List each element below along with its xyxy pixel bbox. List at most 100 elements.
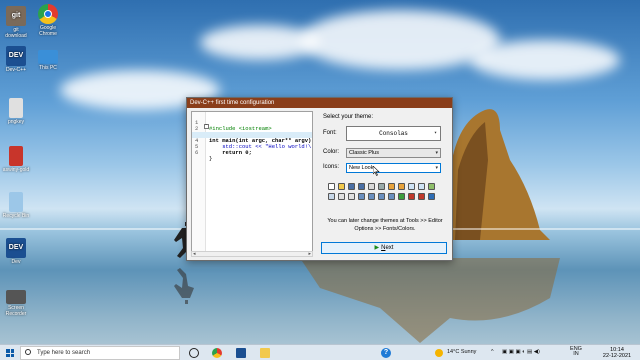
code-text: return 0; [209, 149, 252, 156]
rebuild-icon [388, 193, 395, 200]
code-line: 6 } [192, 144, 312, 162]
language-bottom: IN [573, 351, 579, 357]
search-icon [25, 349, 31, 355]
weather-sun-icon [435, 349, 443, 357]
dev-cpp-icon: DEV [6, 46, 26, 66]
system-clock[interactable]: 10:14 22-12-2021 [600, 347, 634, 359]
scroll-left-icon[interactable]: ◂ [193, 251, 196, 257]
check-icon [398, 193, 405, 200]
weather-text[interactable]: 14°C Sunny [447, 349, 476, 355]
dialog-title[interactable]: Dev-C++ first time configuration [187, 98, 452, 108]
desktop-icon-label: Screen Recorder [5, 305, 27, 317]
clock-date: 22-12-2021 [602, 353, 632, 359]
file-icon [9, 98, 23, 118]
tray-app-icons[interactable]: ▣ ▣ ▣ ◐ ▤ ◀) [502, 349, 540, 355]
desktop-icon-label: This PC [39, 65, 57, 71]
chevron-down-icon: ▾ [433, 130, 437, 136]
redo-icon [398, 183, 405, 190]
tray-chevron-up-icon[interactable]: ^ [491, 349, 494, 355]
debug-icon [408, 193, 415, 200]
desktop-icon-label: aswiny-gold [2, 167, 30, 173]
theme-heading: Select your theme: [323, 114, 374, 120]
recycle-bin-icon [9, 192, 23, 212]
open-folder-icon [338, 183, 345, 190]
taskbar: Type here to search ? 14°C Sunny ^ ▣ ▣ ▣… [0, 344, 640, 360]
task-view-icon[interactable] [189, 348, 199, 358]
document-icon [9, 146, 23, 166]
icons-label: Icons: [323, 164, 340, 170]
run-icon [368, 193, 375, 200]
dev-cpp-taskbar-icon[interactable] [236, 348, 246, 358]
help-icon [428, 193, 435, 200]
new-file-icon [328, 183, 335, 190]
fold-toggle-icon[interactable]: − [204, 124, 209, 129]
compile-icon [358, 193, 365, 200]
icons-value: New Look [349, 165, 374, 171]
dev-cpp-icon: DEV [6, 238, 26, 258]
language-indicator[interactable]: ENG IN [569, 346, 583, 357]
replace-icon [418, 183, 425, 190]
mouse-cursor-icon [373, 166, 380, 176]
chrome-icon [38, 4, 58, 24]
rock-reflection [300, 258, 560, 343]
desktop-icon-label: Recycle Bin [2, 213, 30, 219]
cloud [470, 40, 620, 80]
save-icon [348, 183, 355, 190]
cloud [200, 25, 320, 60]
scroll-right-icon[interactable]: ▸ [308, 251, 311, 257]
desktop-icon-dev-cpp[interactable]: DEV Dev-C++ [2, 46, 30, 73]
line-number: 6 [195, 149, 199, 156]
rock-formation [450, 109, 550, 240]
windows-start-icon[interactable] [6, 349, 14, 357]
search-placeholder: Type here to search [37, 350, 91, 356]
horizontal-scrollbar[interactable]: ◂ ▸ [191, 251, 313, 257]
monitor-icon [38, 50, 58, 64]
project-icon [328, 193, 335, 200]
git-icon: git [6, 6, 26, 26]
next-arrow-icon: ▶ [374, 245, 380, 251]
profile-icon [418, 193, 425, 200]
next-button-label: ext [385, 245, 394, 251]
desktop-icon-label: git download [5, 27, 27, 39]
code-text: } [209, 155, 213, 162]
close-file-icon [368, 183, 375, 190]
compile-run-icon [378, 193, 385, 200]
theme-note: You can later change themes at Tools >> … [327, 218, 443, 232]
explorer-taskbar-icon[interactable] [260, 348, 270, 358]
chrome-taskbar-icon[interactable] [212, 348, 222, 358]
taskbar-search[interactable]: Type here to search [20, 346, 180, 360]
desktop-icon-this-pc[interactable]: This PC [34, 50, 62, 71]
help-taskbar-icon[interactable]: ? [381, 348, 391, 358]
save-all-icon [358, 183, 365, 190]
desktop-icon-screen-recorder[interactable]: Screen Recorder [2, 290, 30, 317]
desktop-icon-label: pngkey [7, 119, 25, 125]
chevron-down-icon: ▾ [435, 150, 438, 156]
icons-select[interactable]: New Look ▾ [346, 163, 441, 173]
undo-icon [388, 183, 395, 190]
color-value: Classic Plus [349, 150, 379, 156]
code-preview[interactable]: 1 #include <iostream> 2 3 int main(int a… [191, 111, 313, 257]
color-label: Color: [323, 149, 340, 155]
print-icon [378, 183, 385, 190]
chevron-down-icon: ▾ [435, 165, 438, 171]
goto-icon [428, 183, 435, 190]
desktop-icon-label: Google Chrome [39, 25, 57, 37]
font-label: Font: [323, 130, 337, 136]
font-value: Consolas [379, 130, 408, 137]
next-button[interactable]: ▶ Next [321, 242, 447, 254]
add-file-icon [338, 193, 345, 200]
find-icon [408, 183, 415, 190]
desktop-icon-git-download[interactable]: git git download [2, 6, 30, 39]
first-time-config-dialog: Dev-C++ first time configuration 1 #incl… [186, 97, 453, 261]
theme-panel: Select your theme: Font: Consolas ▾ Colo… [321, 111, 449, 257]
desktop-icon-recycle-bin[interactable]: Recycle Bin [2, 192, 30, 219]
screen-recorder-icon [6, 290, 26, 304]
desktop-icon-google-chrome[interactable]: Google Chrome [34, 4, 62, 37]
desktop-icon-pngkey[interactable]: pngkey [2, 98, 30, 125]
color-select[interactable]: Classic Plus ▾ [346, 148, 441, 158]
font-select[interactable]: Consolas ▾ [346, 126, 441, 141]
desktop-icon-label: Dev-C++ [5, 67, 26, 73]
desktop-icon-dev-cpp-2[interactable]: DEV Dev [2, 238, 30, 265]
desktop-icon-label: Dev [11, 259, 21, 265]
desktop-icon-aswiny-gold[interactable]: aswiny-gold [2, 146, 30, 173]
